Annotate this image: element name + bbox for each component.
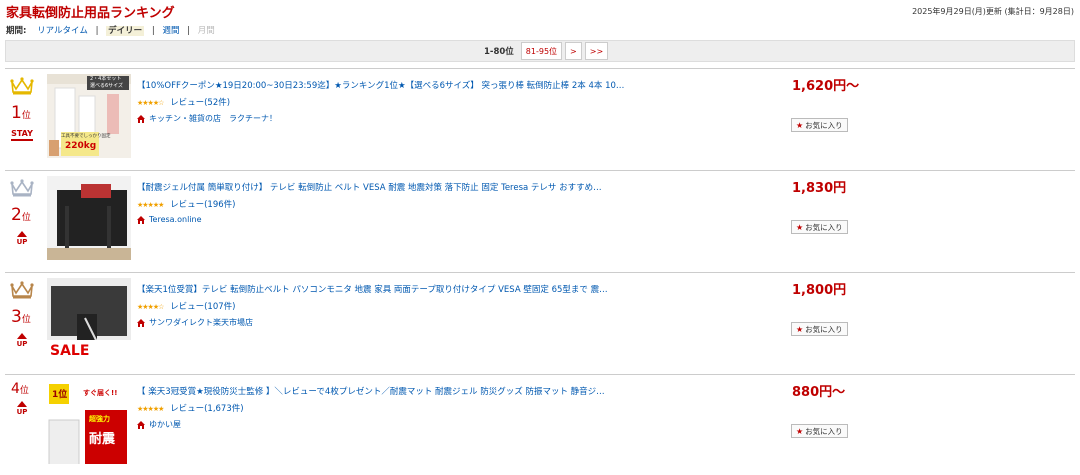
favorite-button[interactable]: ★ お気に入り bbox=[791, 322, 848, 336]
favorite-button[interactable]: ★ お気に入り bbox=[791, 118, 848, 132]
product-rating: ★★★★★ レビュー(196件) bbox=[137, 198, 757, 210]
shop-link[interactable]: Teresa.online bbox=[137, 215, 757, 224]
arrow-up-icon bbox=[17, 333, 27, 339]
product-title-link[interactable]: 【耐震ジェル付属 簡単取り付け】 テレビ 転倒防止 ベルト VESA 耐震 地震… bbox=[137, 181, 667, 193]
thumbnail-caption-quake: 耐震 bbox=[89, 432, 116, 447]
product-rating: ★★★★★ レビュー(1,673件) bbox=[137, 402, 757, 414]
shop-home-icon bbox=[137, 215, 145, 224]
shop-home-icon bbox=[137, 114, 145, 123]
rank-movement: UP bbox=[11, 401, 33, 416]
rank-column: 2位 UP bbox=[5, 171, 41, 272]
rating-stars-icon: ★★★★★ bbox=[137, 201, 164, 209]
period-monthly-link: 月間 bbox=[197, 26, 215, 36]
product-info: 【10%OFFクーポン★19日20:00~30日23:59迄】★ランキング1位★… bbox=[137, 79, 757, 124]
shop-name: Teresa.online bbox=[149, 215, 202, 224]
review-count-link[interactable]: レビュー(107件) bbox=[170, 302, 235, 312]
review-count-link[interactable]: レビュー(52件) bbox=[170, 98, 230, 108]
rank-column: 4位 UP bbox=[5, 375, 41, 475]
page-title: 家具転倒防止用品ランキング bbox=[6, 6, 175, 21]
shop-name: キッチン・雑貨の店 ラクチーナ！ bbox=[149, 114, 277, 123]
thumbnail-caption-feature: 工具不要でしっかり固定 bbox=[61, 134, 111, 139]
period-label: 期間: bbox=[6, 26, 27, 36]
review-count-link[interactable]: レビュー(196件) bbox=[170, 200, 235, 210]
period-daily-tab[interactable]: デイリー bbox=[106, 26, 145, 36]
pagination-last-button[interactable]: >> bbox=[584, 42, 609, 60]
crown-silver-icon bbox=[10, 179, 34, 197]
favorite-star-icon: ★ bbox=[796, 426, 804, 436]
favorite-button[interactable]: ★ お気に入り bbox=[791, 424, 848, 438]
rating-stars-icon: ★★★★★ bbox=[137, 405, 164, 413]
rating-stars-icon: ★★★★☆ bbox=[137, 303, 164, 311]
rank-number: 4位 bbox=[11, 381, 29, 397]
ranking-item: 4位 UP 1位 すぐ届く!! 超強力 耐震 【 楽天3冠受賞★現役防災士監修 … bbox=[5, 374, 1075, 475]
shop-link[interactable]: サンワダイレクト楽天市場店 bbox=[137, 317, 757, 328]
product-info: 【楽天1位受賞】テレビ 転倒防止ベルト パソコンモニタ 地震 家具 両面テープ取… bbox=[137, 283, 757, 328]
period-selector: 期間: リアルタイム | デイリー | 週間 | 月間 bbox=[6, 24, 215, 36]
product-price: 1,830円 bbox=[792, 181, 847, 196]
product-thumbnail[interactable]: 1位 すぐ届く!! 超強力 耐震 bbox=[47, 380, 131, 464]
product-price: 1,620円～ bbox=[792, 79, 860, 94]
updated-date: 2025年9月29日(月)更新 (集計日：9月28日) bbox=[912, 7, 1074, 16]
rank-number: 3位 bbox=[11, 307, 31, 327]
favorite-star-icon: ★ bbox=[796, 324, 804, 334]
arrow-up-icon bbox=[17, 231, 27, 237]
period-separator: | bbox=[187, 26, 191, 36]
thumbnail-caption-load: 220kg bbox=[65, 141, 97, 151]
rank-number: 1位 bbox=[11, 103, 31, 123]
product-title-link[interactable]: 【 楽天3冠受賞★現役防災士監修 】＼レビューで4枚プレゼント／耐震マット 耐震… bbox=[137, 385, 667, 397]
thumbnail-caption-strength: 超強力 bbox=[89, 415, 110, 423]
thumbnail-caption-sizes: 選べる6サイズ bbox=[90, 83, 124, 89]
thumbnail-sale-badge: SALE bbox=[50, 343, 90, 359]
shop-home-icon bbox=[137, 420, 145, 429]
rank-column: 1位 STAY bbox=[5, 69, 41, 170]
thumbnail-caption-rank: 1位 bbox=[52, 390, 68, 400]
review-count-link[interactable]: レビュー(1,673件) bbox=[170, 404, 243, 414]
favorite-label: お気に入り bbox=[805, 324, 843, 334]
shop-name: ゆかい屋 bbox=[149, 420, 181, 429]
product-info: 【 楽天3冠受賞★現役防災士監修 】＼レビューで4枚プレゼント／耐震マット 耐震… bbox=[137, 385, 757, 430]
ranking-item: 1位 STAY 2・4本セット 選べる6サイズ 工具不要でしっかり固定 220k… bbox=[5, 68, 1075, 170]
product-price: 1,800円 bbox=[792, 283, 847, 298]
favorite-label: お気に入り bbox=[805, 222, 843, 232]
ranking-item: 3位 UP SALE 【楽天1位受賞】テレビ 転倒防止ベルト パソコンモニタ 地… bbox=[5, 272, 1075, 374]
pagination-next-page[interactable]: 81-95位 bbox=[520, 42, 563, 60]
product-info: 【耐震ジェル付属 簡単取り付け】 テレビ 転倒防止 ベルト VESA 耐震 地震… bbox=[137, 181, 757, 224]
favorite-label: お気に入り bbox=[805, 120, 843, 130]
shop-name: サンワダイレクト楽天市場店 bbox=[149, 318, 253, 327]
product-rating: ★★★★☆ レビュー(107件) bbox=[137, 300, 757, 312]
period-weekly-link[interactable]: 週間 bbox=[162, 26, 179, 36]
favorite-star-icon: ★ bbox=[796, 120, 804, 130]
favorite-label: お気に入り bbox=[805, 426, 843, 436]
rank-movement: UP bbox=[11, 231, 33, 246]
rank-movement: STAY bbox=[11, 129, 33, 141]
thumbnail-caption-sets: 2・4本セット bbox=[90, 76, 122, 82]
shop-link[interactable]: ゆかい屋 bbox=[137, 419, 757, 430]
product-title-link[interactable]: 【楽天1位受賞】テレビ 転倒防止ベルト パソコンモニタ 地震 家具 両面テープ取… bbox=[137, 283, 667, 295]
period-separator: | bbox=[151, 26, 155, 36]
period-separator: | bbox=[95, 26, 99, 36]
shop-home-icon bbox=[137, 318, 145, 327]
shop-link[interactable]: キッチン・雑貨の店 ラクチーナ！ bbox=[137, 113, 757, 124]
crown-bronze-icon bbox=[10, 281, 34, 299]
favorite-button[interactable]: ★ お気に入り bbox=[791, 220, 848, 234]
pagination-bar: 1-80位 81-95位 > >> bbox=[5, 40, 1075, 62]
product-thumbnail[interactable] bbox=[47, 176, 131, 260]
rating-stars-icon: ★★★★☆ bbox=[137, 99, 164, 107]
arrow-up-icon bbox=[17, 401, 27, 407]
period-realtime-link[interactable]: リアルタイム bbox=[37, 26, 88, 36]
pagination-next-button[interactable]: > bbox=[565, 42, 582, 60]
crown-gold-icon bbox=[10, 77, 34, 95]
product-thumbnail[interactable]: 2・4本セット 選べる6サイズ 工具不要でしっかり固定 220kg bbox=[47, 74, 131, 158]
product-thumbnail[interactable]: SALE bbox=[47, 278, 131, 362]
rank-number: 2位 bbox=[11, 205, 31, 225]
product-title-link[interactable]: 【10%OFFクーポン★19日20:00~30日23:59迄】★ランキング1位★… bbox=[137, 79, 667, 91]
rank-column: 3位 UP bbox=[5, 273, 41, 374]
pagination-current: 1-80位 bbox=[484, 47, 514, 57]
rank-movement: UP bbox=[11, 333, 33, 348]
product-rating: ★★★★☆ レビュー(52件) bbox=[137, 96, 757, 108]
ranking-item: 2位 UP 【耐震ジェル付属 簡単取り付け】 テレビ 転倒防止 ベルト VESA… bbox=[5, 170, 1075, 272]
thumbnail-caption-delivery: すぐ届く!! bbox=[83, 389, 118, 397]
product-price: 880円～ bbox=[792, 385, 846, 400]
favorite-star-icon: ★ bbox=[796, 222, 804, 232]
